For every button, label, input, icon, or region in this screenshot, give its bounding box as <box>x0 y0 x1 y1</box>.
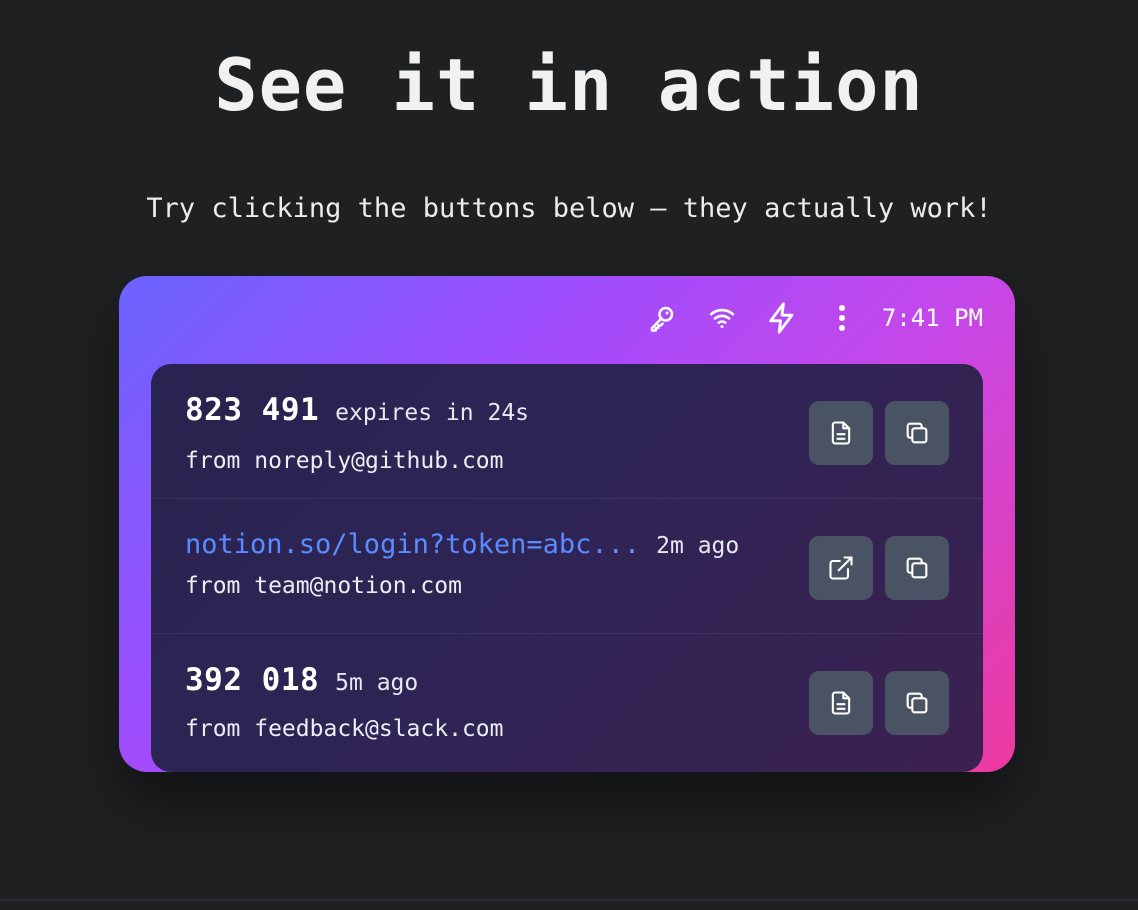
list-item: 392 018 5m ago from feedback@slack.com <box>151 634 983 768</box>
copy-icon <box>906 557 928 579</box>
page-subtitle: Try clicking the buttons below — they ac… <box>146 193 992 224</box>
otp-code: 392 018 <box>185 662 320 698</box>
otp-code: 823 491 <box>185 392 320 428</box>
item-sender: from noreply@github.com <box>185 448 504 474</box>
copy-button[interactable] <box>885 671 949 735</box>
copy-button[interactable] <box>885 536 949 600</box>
list-item: notion.so/login?token=abc... 2m ago from… <box>151 499 983 634</box>
copy-icon <box>906 692 928 714</box>
demo-device: 7:41 PM 823 491 expires in 24s from nore… <box>119 276 1015 772</box>
messages-panel: 823 491 expires in 24s from noreply@gith… <box>151 364 983 772</box>
item-meta: 2m ago <box>656 533 740 559</box>
item-meta: 5m ago <box>335 670 419 696</box>
key-icon[interactable] <box>642 298 682 338</box>
copy-button[interactable] <box>885 401 949 465</box>
page-title: See it in action <box>214 43 924 127</box>
item-sender: from team@notion.com <box>185 573 462 599</box>
status-bar: 7:41 PM <box>622 298 983 338</box>
item-meta: expires in 24s <box>335 400 530 426</box>
item-sender: from feedback@slack.com <box>185 716 504 742</box>
document-icon <box>831 691 851 715</box>
clock: 7:41 PM <box>881 304 983 332</box>
view-message-button[interactable] <box>809 671 873 735</box>
list-item: 823 491 expires in 24s from noreply@gith… <box>151 364 983 499</box>
magic-link[interactable]: notion.so/login?token=abc... <box>185 529 640 560</box>
document-icon <box>831 421 851 445</box>
lightning-icon[interactable] <box>762 298 802 338</box>
view-message-button[interactable] <box>809 401 873 465</box>
more-vertical-icon[interactable] <box>822 298 862 338</box>
open-link-button[interactable] <box>809 536 873 600</box>
section-divider <box>0 899 1138 901</box>
external-link-icon <box>829 556 853 580</box>
wifi-icon[interactable] <box>702 298 742 338</box>
copy-icon <box>906 422 928 444</box>
